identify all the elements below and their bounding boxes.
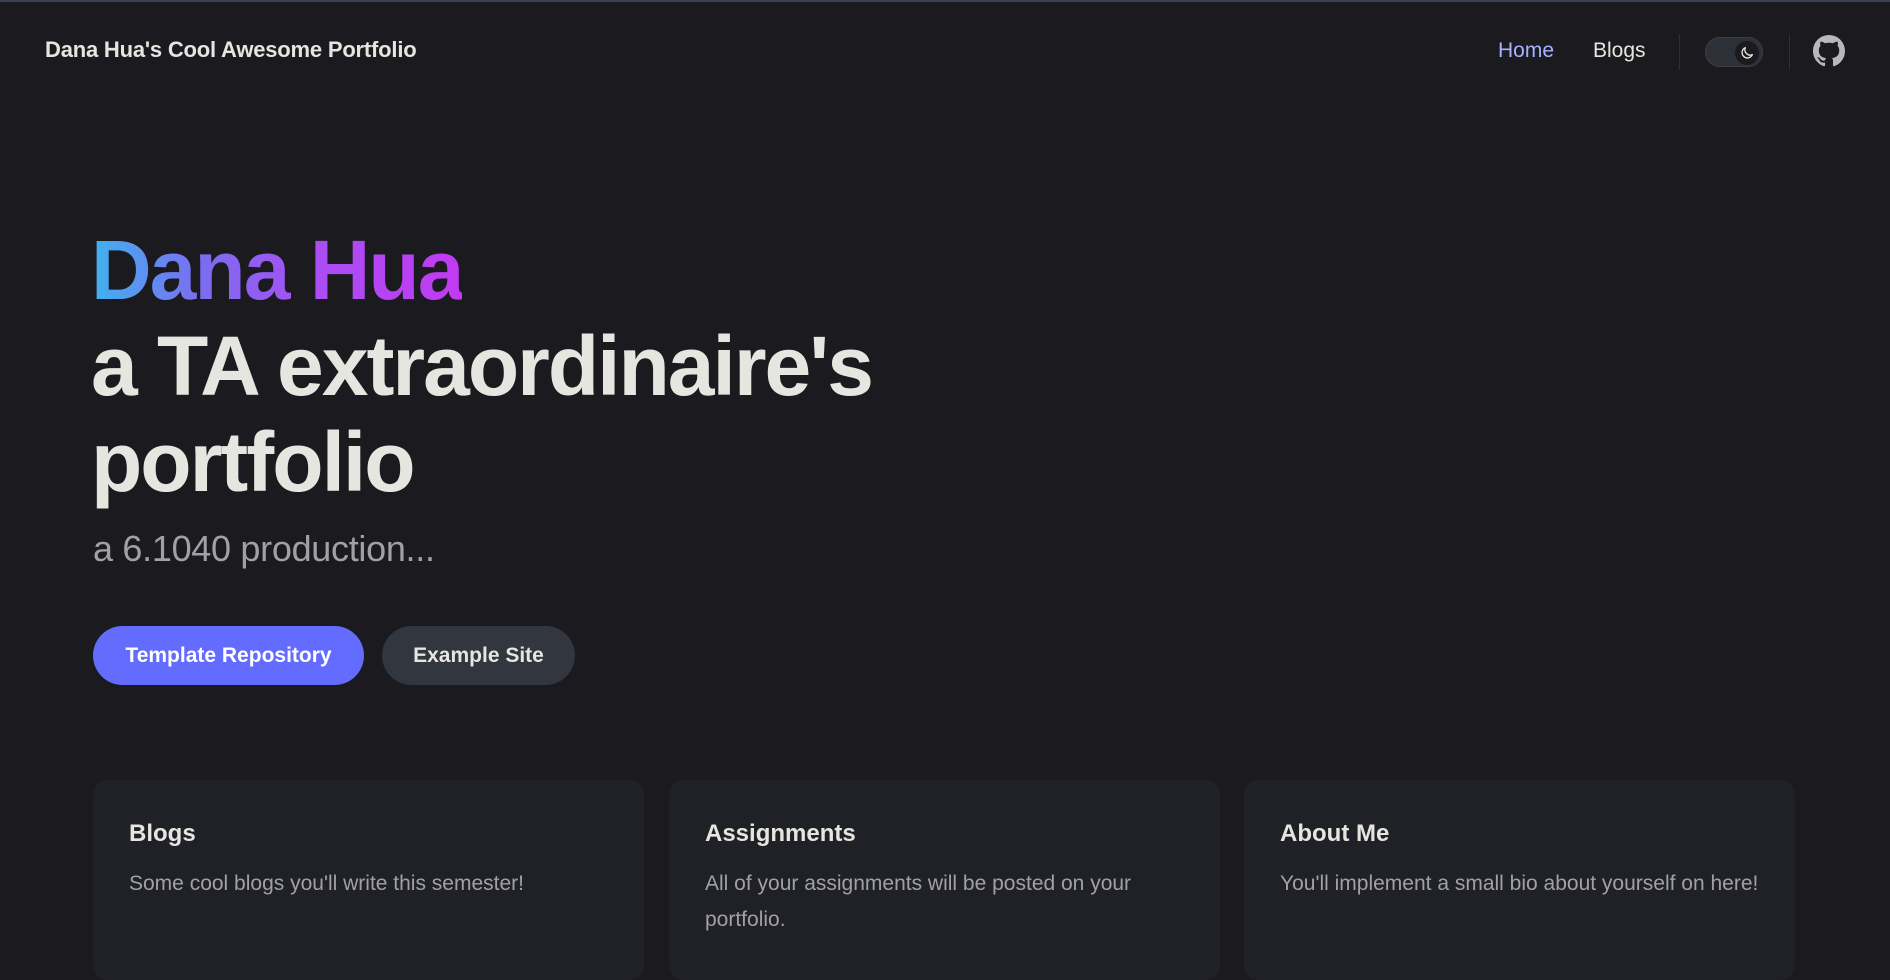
feature-card-assignments[interactable]: Assignments All of your assignments will… (669, 780, 1220, 980)
feature-card-about-me[interactable]: About Me You'll implement a small bio ab… (1244, 780, 1795, 980)
theme-toggle[interactable] (1705, 37, 1763, 67)
feature-card-blogs[interactable]: Blogs Some cool blogs you'll write this … (93, 780, 644, 980)
github-icon (1813, 35, 1845, 67)
template-repository-button[interactable]: Template Repository (93, 626, 364, 685)
card-description: Some cool blogs you'll write this semest… (129, 872, 525, 895)
nav-divider (1789, 34, 1790, 70)
site-title[interactable]: Dana Hua's Cool Awesome Portfolio (45, 37, 417, 63)
nav-link-home[interactable]: Home (1498, 39, 1554, 63)
example-site-button[interactable]: Example Site (382, 626, 575, 685)
hero-tagline: a TA extraordinaire's portfolio (91, 319, 874, 509)
card-title: About Me (1280, 820, 1390, 847)
github-link[interactable] (1813, 35, 1845, 67)
nav-divider (1679, 34, 1680, 70)
card-description: All of your assignments will be posted o… (705, 872, 1132, 931)
hero-subtitle: a 6.1040 production... (93, 528, 435, 569)
toggle-knob (1735, 41, 1759, 65)
card-title: Blogs (129, 820, 196, 847)
card-description: You'll implement a small bio about yours… (1280, 872, 1759, 895)
moon-icon (1741, 47, 1753, 59)
card-title: Assignments (705, 820, 856, 847)
navbar: Dana Hua's Cool Awesome Portfolio Home B… (0, 2, 1890, 98)
hero-name: Dana Hua (91, 223, 464, 317)
nav-link-blogs[interactable]: Blogs (1593, 39, 1646, 63)
